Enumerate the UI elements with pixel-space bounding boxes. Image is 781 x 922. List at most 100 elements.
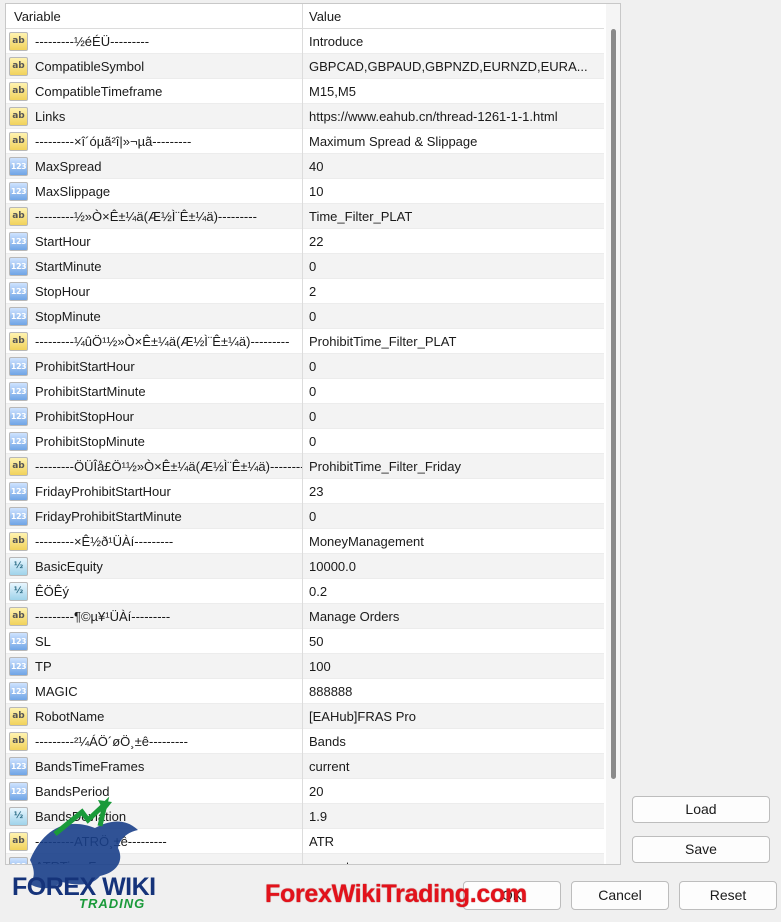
- table-row[interactable]: ab ---------¶©µ¥¹ÜÀí--------- Manage Order…: [6, 603, 604, 629]
- value-cell[interactable]: 40: [303, 154, 604, 179]
- string-type-icon: ab: [9, 56, 28, 76]
- value-cell[interactable]: 0: [303, 304, 604, 329]
- value-cell[interactable]: GBPCAD,GBPAUD,GBPNZD,EURNZD,EURA...: [303, 54, 604, 79]
- scrollbar-thumb[interactable]: [611, 29, 616, 779]
- string-type-icon: ab: [9, 81, 28, 101]
- value-cell[interactable]: ProhibitTime_Filter_Friday: [303, 454, 604, 479]
- table-row[interactable]: ½ ÊÖÊý 0.2: [6, 578, 604, 604]
- string-type-icon: ab: [9, 131, 28, 151]
- integer-type-icon: 123: [9, 306, 28, 326]
- table-row[interactable]: 123 FridayProhibitStartMinute 0: [6, 503, 604, 529]
- variable-name: Links: [35, 108, 66, 124]
- table-row[interactable]: 123 ProhibitStartMinute 0: [6, 378, 604, 404]
- value-cell[interactable]: [EAHub]FRAS Pro: [303, 704, 604, 729]
- value-cell[interactable]: current: [303, 754, 604, 779]
- table-row[interactable]: 123 ProhibitStopMinute 0: [6, 428, 604, 454]
- integer-type-icon: 123: [9, 356, 28, 376]
- value-cell[interactable]: Time_Filter_PLAT: [303, 204, 604, 229]
- variable-cell: 123 FridayProhibitStartHour: [6, 478, 303, 504]
- vertical-scrollbar[interactable]: [606, 4, 620, 864]
- variable-name: MAGIC: [35, 683, 78, 699]
- table-row[interactable]: 123 SL 50: [6, 628, 604, 654]
- value-cell[interactable]: Bands: [303, 729, 604, 754]
- value-cell[interactable]: ProhibitTime_Filter_PLAT: [303, 329, 604, 354]
- value-cell[interactable]: 0: [303, 429, 604, 454]
- value-cell[interactable]: 20: [303, 779, 604, 804]
- variable-cell: 123 MaxSpread: [6, 153, 303, 179]
- variable-cell: 123 StopMinute: [6, 303, 303, 329]
- table-row[interactable]: 123 FridayProhibitStartHour 23: [6, 478, 604, 504]
- value-cell[interactable]: 10000.0: [303, 554, 604, 579]
- table-row[interactable]: ab Links https://www.eahub.cn/thread-1261-…: [6, 103, 604, 129]
- table-row[interactable]: 123 StopHour 2: [6, 278, 604, 304]
- table-row[interactable]: 123 StartHour 22: [6, 228, 604, 254]
- value-cell[interactable]: 0: [303, 504, 604, 529]
- value-cell[interactable]: 0: [303, 404, 604, 429]
- variable-name: StopMinute: [35, 308, 101, 324]
- value-cell[interactable]: Introduce: [303, 29, 604, 54]
- table-row[interactable]: ab ---------ÖÜÎå£Ö¹½»Ò×Ê±¼ä(Æ½Ì¨Ê±¼ä)----…: [6, 453, 604, 479]
- table-row[interactable]: 123 TP 100: [6, 653, 604, 679]
- variable-name: BasicEquity: [35, 558, 103, 574]
- variable-cell: 123 MaxSlippage: [6, 178, 303, 204]
- table-row[interactable]: ab ---------½»Ò×Ê±¼ä(Æ½Ì¨Ê±¼ä)--------- Ti…: [6, 203, 604, 229]
- value-cell[interactable]: Maximum Spread & Slippage: [303, 129, 604, 154]
- variable-name: ProhibitStartHour: [35, 358, 135, 374]
- table-row[interactable]: 123 StartMinute 0: [6, 253, 604, 279]
- table-row[interactable]: 123 ProhibitStopHour 0: [6, 403, 604, 429]
- value-cell[interactable]: current: [303, 854, 604, 865]
- value-cell[interactable]: 2: [303, 279, 604, 304]
- value-cell[interactable]: 0: [303, 354, 604, 379]
- value-cell[interactable]: 1.9: [303, 804, 604, 829]
- logo-tagline: TRADING: [79, 896, 146, 911]
- value-cell[interactable]: 888888: [303, 679, 604, 704]
- table-row[interactable]: 123 StopMinute 0: [6, 303, 604, 329]
- table-row[interactable]: ab ---------²¼ÁÖ´øÖ¸±ê--------- Bands: [6, 728, 604, 754]
- variable-cell: ab RobotName: [6, 703, 303, 729]
- value-cell[interactable]: 0: [303, 379, 604, 404]
- table-row[interactable]: ab ---------×Ê½ð¹ÜÀí--------- MoneyManagem…: [6, 528, 604, 554]
- value-cell[interactable]: ATR: [303, 829, 604, 854]
- value-column-header[interactable]: Value: [303, 4, 604, 29]
- double-type-icon: ½: [9, 581, 28, 601]
- load-button[interactable]: Load: [632, 796, 770, 823]
- save-button[interactable]: Save: [632, 836, 770, 863]
- variable-name: ---------½éÉÜ---------: [35, 33, 150, 49]
- table-row[interactable]: 123 MaxSpread 40: [6, 153, 604, 179]
- variable-name: ---------ÖÜÎå£Ö¹½»Ò×Ê±¼ä(Æ½Ì¨Ê±¼ä)------…: [35, 458, 303, 474]
- table-row[interactable]: ab ---------½éÉÜ--------- Introduce: [6, 29, 604, 54]
- value-cell[interactable]: 100: [303, 654, 604, 679]
- integer-type-icon: 123: [9, 281, 28, 301]
- table-row[interactable]: 123 MaxSlippage 10: [6, 178, 604, 204]
- variable-name: MaxSlippage: [35, 183, 111, 199]
- value-cell[interactable]: 22: [303, 229, 604, 254]
- value-cell[interactable]: 0.2: [303, 579, 604, 604]
- table-row[interactable]: 123 ProhibitStartHour 0: [6, 353, 604, 379]
- value-cell[interactable]: 50: [303, 629, 604, 654]
- variable-column-header[interactable]: Variable: [6, 4, 303, 29]
- variable-cell: ab ---------ÖÜÎå£Ö¹½»Ò×Ê±¼ä(Æ½Ì¨Ê±¼ä)----…: [6, 453, 303, 479]
- table-row[interactable]: ab ---------×î´óµã²î|»¬µã--------- Maximum…: [6, 128, 604, 154]
- value-cell[interactable]: MoneyManagement: [303, 529, 604, 554]
- table-row[interactable]: ab ---------¼ûÖ¹½»Ò×Ê±¼ä(Æ½Ì¨Ê±¼ä)-------…: [6, 328, 604, 354]
- integer-type-icon: 123: [9, 681, 28, 701]
- table-row[interactable]: ab CompatibleTimeframe M15,M5: [6, 78, 604, 104]
- table-row[interactable]: 123 MAGIC 888888: [6, 678, 604, 704]
- string-type-icon: ab: [9, 456, 28, 476]
- table-row[interactable]: ab RobotName [EAHub]FRAS Pro: [6, 703, 604, 729]
- table-row[interactable]: ½ BasicEquity 10000.0: [6, 553, 604, 579]
- cancel-button[interactable]: Cancel: [571, 881, 669, 910]
- table-row[interactable]: ab CompatibleSymbol GBPCAD,GBPAUD,GBPNZD,E…: [6, 53, 604, 79]
- table-row[interactable]: 123 BandsTimeFrames current: [6, 753, 604, 779]
- value-cell[interactable]: 0: [303, 254, 604, 279]
- variable-cell: 123 MAGIC: [6, 678, 303, 704]
- value-cell[interactable]: 10: [303, 179, 604, 204]
- value-cell[interactable]: M15,M5: [303, 79, 604, 104]
- variable-name: ProhibitStopMinute: [35, 433, 145, 449]
- variable-name: BandsTimeFrames: [35, 758, 145, 774]
- value-cell[interactable]: Manage Orders: [303, 604, 604, 629]
- value-cell[interactable]: https://www.eahub.cn/thread-1261-1-1.htm…: [303, 104, 604, 129]
- variable-name: ---------²¼ÁÖ´øÖ¸±ê---------: [35, 733, 188, 749]
- reset-button[interactable]: Reset: [679, 881, 777, 910]
- value-cell[interactable]: 23: [303, 479, 604, 504]
